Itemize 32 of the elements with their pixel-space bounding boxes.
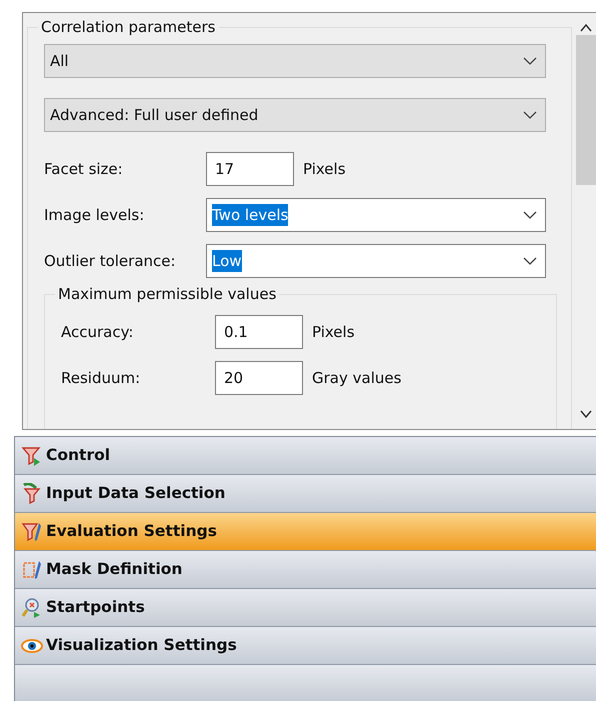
field-label: Accuracy: xyxy=(61,322,134,343)
funnel-icon xyxy=(21,444,43,466)
scrollbar-thumb[interactable] xyxy=(576,35,596,185)
field-label: Outlier tolerance: xyxy=(44,250,177,272)
unit-label: Pixels xyxy=(312,322,355,343)
dropdown[interactable]: Advanced: Full user defined xyxy=(44,98,546,132)
input-field[interactable]: 20 xyxy=(215,361,303,395)
nav-item[interactable]: Input Data Selection xyxy=(15,475,596,513)
field-label: Residuum: xyxy=(61,368,142,389)
unit-label: Gray values xyxy=(312,368,402,389)
chevron-down-icon xyxy=(523,256,537,266)
nav-item[interactable]: Control xyxy=(15,437,596,475)
dropdown[interactable]: All xyxy=(44,44,546,78)
chevron-down-icon xyxy=(523,210,537,220)
funnel-icon xyxy=(21,520,43,542)
nav-item[interactable]: Evaluation Settings xyxy=(15,513,596,551)
group-title: Correlation parameters xyxy=(38,18,218,36)
group-title: Maximum permissible values xyxy=(55,285,280,303)
field-label: Facet size: xyxy=(44,158,124,180)
nav-item[interactable]: Visualization Settings xyxy=(15,627,596,665)
field-label: Image levels: xyxy=(44,204,146,226)
mask-icon xyxy=(21,558,43,580)
input-field[interactable]: 0.1 xyxy=(215,315,303,349)
input-field[interactable]: 17 xyxy=(206,152,294,186)
chevron-down-icon xyxy=(523,56,537,66)
unit-label: Pixels xyxy=(303,158,346,180)
nav-item[interactable]: Mask Definition xyxy=(15,551,596,589)
dropdown[interactable]: Two levels xyxy=(206,198,546,232)
nav-item[interactable]: Startpoints xyxy=(15,589,596,627)
dropdown[interactable]: Low xyxy=(206,244,546,278)
chevron-down-icon xyxy=(523,110,537,120)
funnel-icon xyxy=(21,482,43,504)
